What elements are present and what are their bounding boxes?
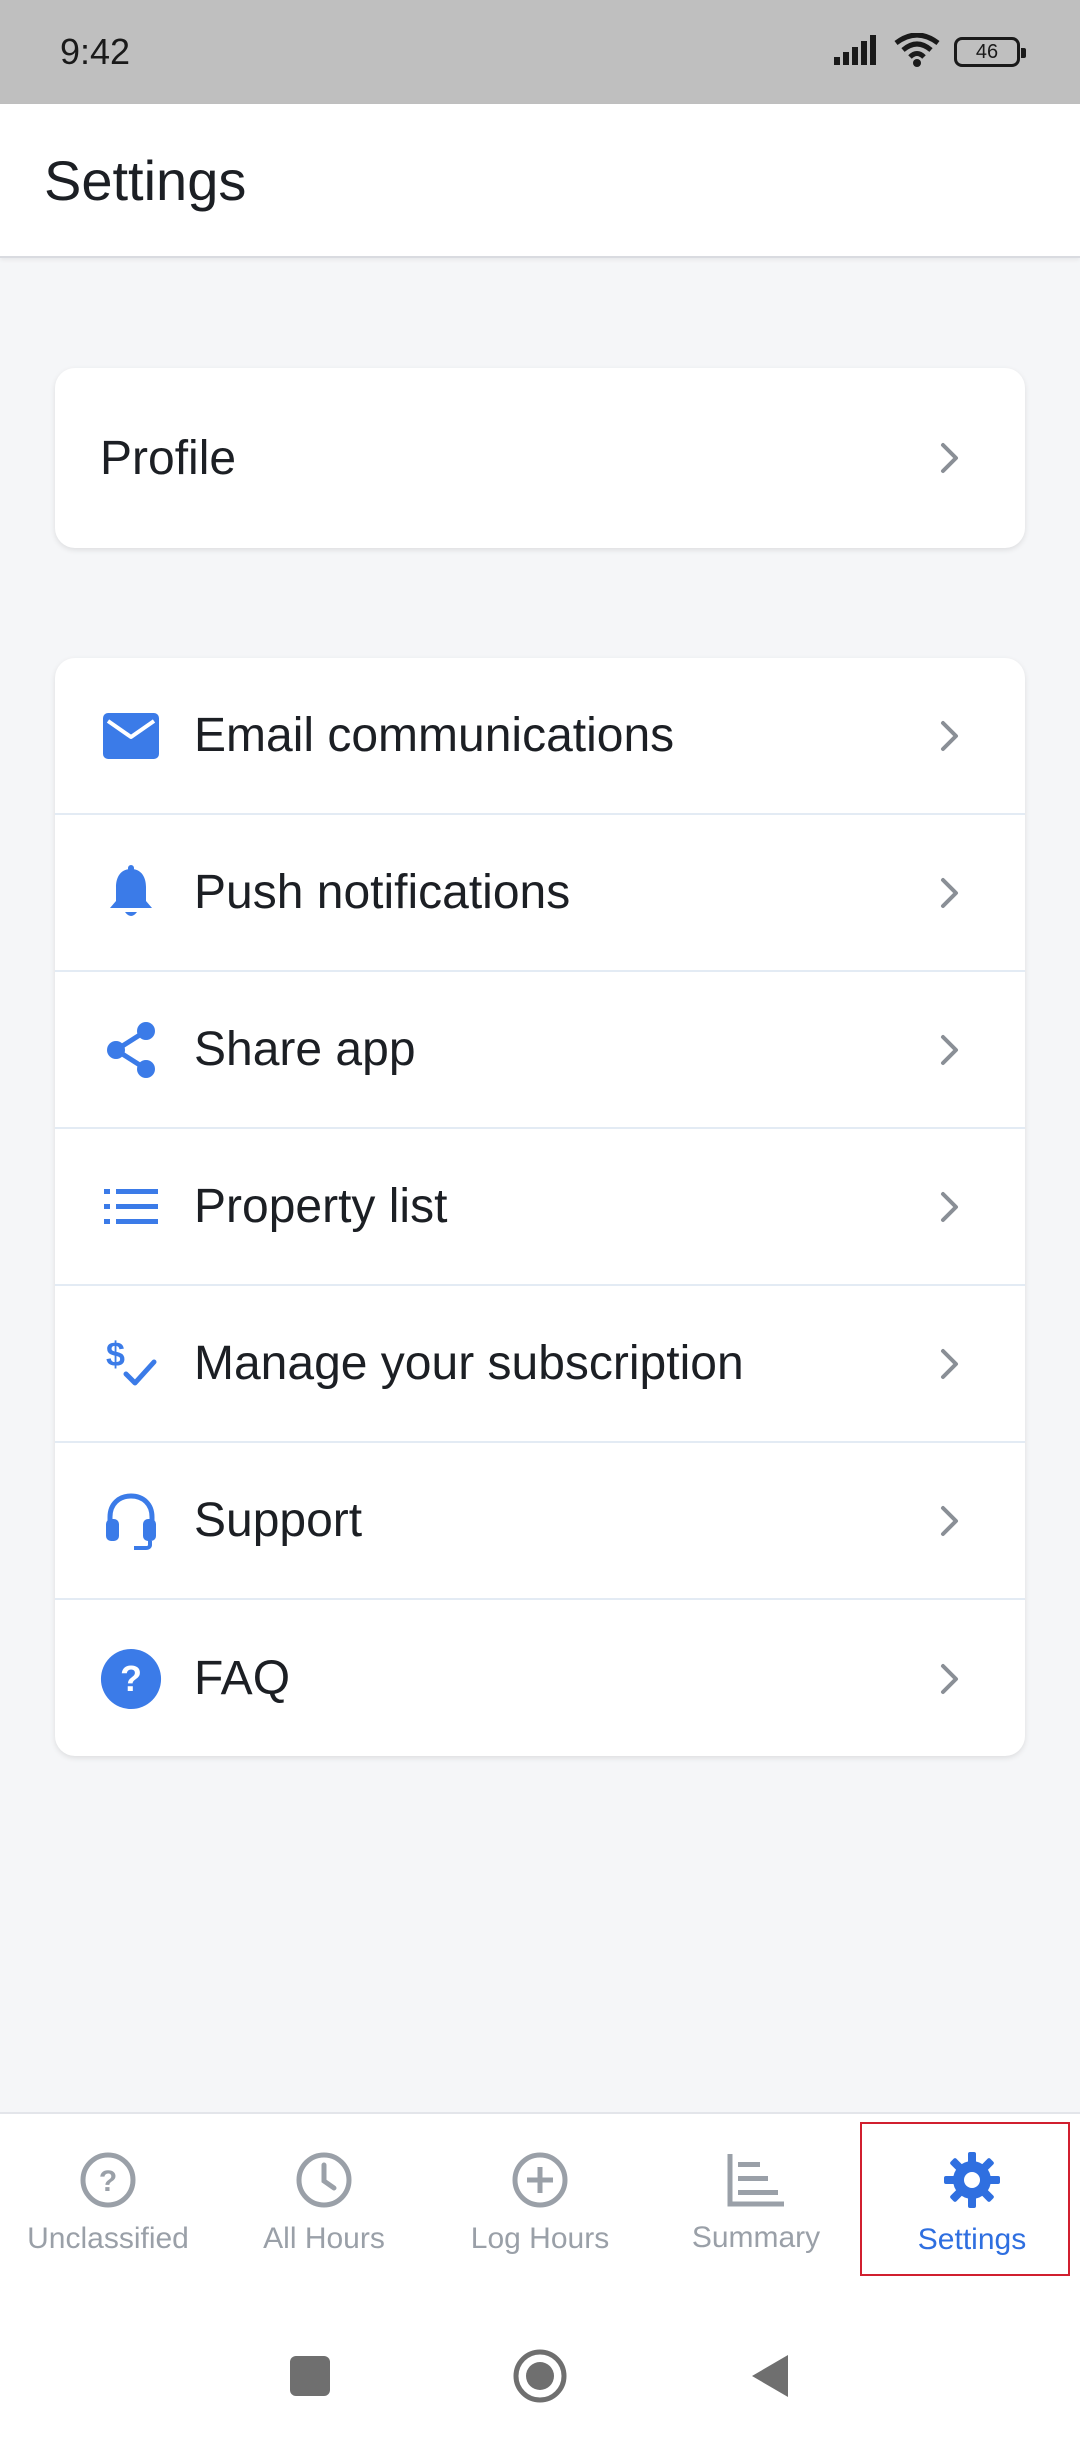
nav-label: All Hours: [263, 2221, 385, 2255]
subscription-icon: $: [100, 1333, 162, 1395]
system-nav-bar: [0, 2292, 1080, 2460]
plus-circle-icon: [511, 2151, 569, 2214]
menu-item-label: Support: [194, 1494, 363, 1547]
menu-item-label: Push notifications: [194, 866, 571, 919]
chevron-right-icon: [935, 1348, 965, 1379]
menu-item-subscription[interactable]: $ Manage your subscription: [55, 1286, 1025, 1443]
chevron-right-icon: [935, 1505, 965, 1536]
nav-all-hours[interactable]: All Hours: [216, 2114, 432, 2292]
menu-item-email[interactable]: Email communications: [55, 658, 1025, 815]
wifi-icon: [894, 32, 940, 72]
svg-text:?: ?: [99, 2165, 117, 2198]
battery-icon: 46: [954, 37, 1026, 67]
menu-item-support[interactable]: Support: [55, 1443, 1025, 1600]
svg-text:?: ?: [120, 1659, 142, 1699]
nav-label: Log Hours: [470, 2221, 610, 2255]
menu-item-faq[interactable]: ? FAQ: [55, 1600, 1025, 1756]
chevron-right-icon: [935, 1034, 965, 1065]
page-title: Settings: [44, 148, 247, 212]
nav-unclassified[interactable]: ? Unclassified: [0, 2114, 216, 2292]
profile-label: Profile: [100, 431, 237, 485]
status-bar: 9:42 46: [0, 0, 1080, 104]
menu-item-share-app[interactable]: Share app: [55, 972, 1025, 1129]
question-circle-icon: ?: [79, 2151, 137, 2214]
nav-log-hours[interactable]: Log Hours: [432, 2114, 648, 2292]
status-time: 9:42: [60, 31, 131, 72]
summary-chart-icon: [726, 2152, 786, 2213]
chevron-right-icon: [935, 877, 965, 908]
recents-button[interactable]: [280, 2346, 340, 2406]
profile-row[interactable]: Profile: [55, 368, 1025, 548]
nav-summary[interactable]: Summary: [648, 2114, 864, 2292]
profile-card: Profile: [55, 368, 1025, 548]
menu-item-label: Email communications: [194, 709, 675, 762]
app-bar: Settings: [0, 104, 1080, 258]
signal-icon: [834, 34, 880, 70]
settings-menu-card: Email communications Push notifications: [55, 658, 1025, 1756]
menu-item-push-notifications[interactable]: Push notifications: [55, 815, 1025, 972]
menu-item-property-list[interactable]: Property list: [55, 1129, 1025, 1286]
selected-tab-highlight: [860, 2122, 1070, 2276]
clock-icon: [295, 2151, 353, 2214]
back-button[interactable]: [740, 2346, 800, 2406]
menu-item-label: FAQ: [194, 1652, 291, 1705]
nav-label: Summary: [691, 2220, 821, 2254]
svg-text:$: $: [106, 1336, 125, 1374]
menu-item-label: Property list: [194, 1180, 448, 1233]
list-icon: [100, 1176, 162, 1238]
share-icon: [100, 1019, 162, 1081]
home-button[interactable]: [510, 2346, 570, 2406]
help-icon: ?: [100, 1648, 162, 1710]
chevron-right-icon: [935, 720, 965, 751]
menu-item-label: Share app: [194, 1023, 416, 1076]
chevron-right-icon: [935, 1191, 965, 1222]
bell-icon: [100, 862, 162, 924]
chevron-right-icon: [935, 443, 965, 473]
status-icons: 46: [834, 32, 1026, 72]
nav-label: Unclassified: [27, 2221, 189, 2255]
mail-icon: [100, 705, 162, 767]
headset-icon: [100, 1490, 162, 1552]
menu-item-label: Manage your subscription: [194, 1337, 744, 1390]
chevron-right-icon: [935, 1663, 965, 1694]
